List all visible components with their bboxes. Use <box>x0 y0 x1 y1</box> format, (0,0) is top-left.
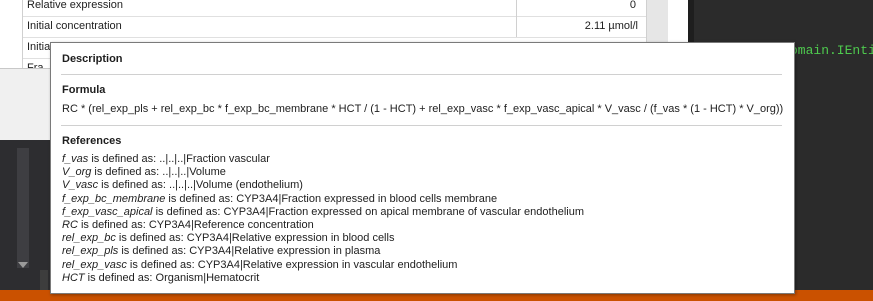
reference-param: RC <box>62 218 78 231</box>
references-list: f_vas is defined as: ..|..|..|Fraction v… <box>62 153 584 285</box>
reference-param: HCT <box>62 271 85 284</box>
list-item: HCT is defined as: Organism|Hematocrit <box>62 272 584 285</box>
parameter-name-cell: Relative expression <box>27 0 123 11</box>
parameter-value-cell[interactable]: 2.11 µmol/l <box>516 16 642 37</box>
section-divider <box>61 125 782 126</box>
reference-definition: is defined as: CYP3A4|Relative expressio… <box>126 258 458 271</box>
formula-tooltip: Description Formula RC * (rel_exp_pls + … <box>50 42 795 294</box>
reference-param: rel_exp_vasc <box>62 258 127 271</box>
row-indicator[interactable] <box>0 0 23 16</box>
table-row[interactable]: Relative expression 0 <box>0 0 646 17</box>
formula-heading: Formula <box>62 84 106 96</box>
list-item: RC is defined as: CYP3A4|Reference conce… <box>62 219 584 232</box>
scroll-down-arrow-icon[interactable] <box>18 262 28 268</box>
reference-param: rel_exp_bc <box>62 232 116 245</box>
reference-param: f_vas <box>62 153 89 165</box>
reference-definition: is defined as: ..|..|..|Volume <box>91 166 226 179</box>
formula-text: RC * (rel_exp_pls + rel_exp_bc * f_exp_b… <box>62 103 784 115</box>
parameter-name-cell: Initial concentration <box>27 20 122 32</box>
row-indicator[interactable] <box>0 37 23 58</box>
reference-definition: is defined as: CYP3A4|Relative expressio… <box>118 245 381 258</box>
list-item: rel_exp_pls is defined as: CYP3A4|Relati… <box>62 245 584 258</box>
list-item: rel_exp_bc is defined as: CYP3A4|Relativ… <box>62 232 584 245</box>
list-item: f_exp_bc_membrane is defined as: CYP3A4|… <box>62 193 584 206</box>
parameter-value-cell[interactable]: 0 <box>516 0 642 16</box>
reference-param: V_org <box>62 166 92 179</box>
list-item: f_exp_vasc_apical is defined as: CYP3A4|… <box>62 206 584 219</box>
reference-definition: is defined as: ..|..|..|Fraction vascula… <box>88 153 270 165</box>
reference-definition: is defined as: CYP3A4|Fraction expressed… <box>165 192 498 205</box>
reference-definition: is defined as: CYP3A4|Relative expressio… <box>115 232 395 245</box>
list-item: V_org is defined as: ..|..|..|Volume <box>62 166 584 179</box>
list-item: f_vas is defined as: ..|..|..|Fraction v… <box>62 153 584 166</box>
code-editor-text: omain.IEntit <box>790 43 873 58</box>
list-item: V_vasc is defined as: ..|..|..|Volume (e… <box>62 179 584 192</box>
reference-param: f_exp_bc_membrane <box>62 192 166 205</box>
reference-definition: is defined as: CYP3A4|Fraction expressed… <box>152 205 584 218</box>
section-divider <box>61 74 782 75</box>
table-row[interactable]: Initial concentration 2.11 µmol/l <box>0 16 646 38</box>
reference-definition: is defined as: ..|..|..|Volume (endothel… <box>98 179 303 192</box>
row-indicator[interactable] <box>0 16 23 37</box>
status-panel-marker <box>40 270 48 290</box>
reference-definition: is defined as: Organism|Hematocrit <box>84 271 260 284</box>
parameter-name-cell: Initia <box>27 41 51 53</box>
list-item: rel_exp_vasc is defined as: CYP3A4|Relat… <box>62 259 584 272</box>
reference-param: rel_exp_pls <box>62 245 119 258</box>
reference-definition: is defined as: CYP3A4|Reference concentr… <box>77 218 314 231</box>
references-heading: References <box>62 135 122 147</box>
reference-param: f_exp_vasc_apical <box>62 205 153 218</box>
description-heading: Description <box>62 53 123 65</box>
vertical-scrollbar[interactable] <box>17 148 29 268</box>
reference-param: V_vasc <box>62 179 99 192</box>
